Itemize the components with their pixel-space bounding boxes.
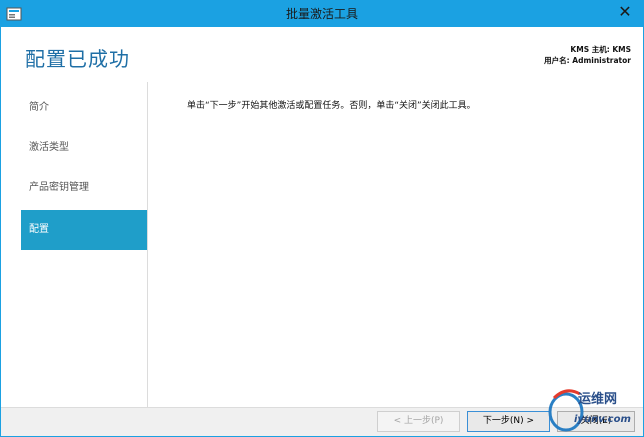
close-window-button[interactable]: ✕ (611, 1, 639, 23)
sidebar-item-intro[interactable]: 简介 (21, 88, 147, 128)
app-window: 批量激活工具 ✕ 配置已成功 KMS 主机: KMS 用户名: Administ… (0, 0, 644, 437)
title-bar[interactable]: 批量激活工具 ✕ (1, 1, 643, 27)
sidebar-item-label: 配置 (29, 224, 49, 235)
sidebar-item-product-key[interactable]: 产品密钥管理 (21, 168, 147, 208)
sidebar-item-label: 简介 (29, 102, 49, 113)
sidebar-item-label: 产品密钥管理 (29, 182, 89, 193)
close-icon: ✕ (618, 2, 632, 21)
page-header: 配置已成功 KMS 主机: KMS 用户名: Administrator (1, 27, 643, 82)
next-button[interactable]: 下一步(N) > (467, 411, 550, 432)
window-title: 批量激活工具 (285, 7, 358, 21)
page-title: 配置已成功 (25, 47, 130, 71)
close-button[interactable]: 关闭(E) (557, 411, 635, 432)
wizard-sidebar: 简介 激活类型 产品密钥管理 配置 (1, 82, 148, 407)
sidebar-item-configuration[interactable]: 配置 (21, 210, 147, 250)
instruction-message: 单击“下一步”开始其他激活或配置任务。否则，单击“关闭”关闭此工具。 (187, 101, 476, 111)
username-line: 用户名: Administrator (544, 56, 631, 65)
kms-host-line: KMS 主机: KMS (570, 45, 631, 54)
sidebar-item-label: 激活类型 (29, 142, 69, 153)
host-info: KMS 主机: KMS 用户名: Administrator (544, 44, 631, 66)
sidebar-item-activation-type[interactable]: 激活类型 (21, 128, 147, 168)
footer-bar: < 上一步(P) 下一步(N) > 关闭(E) (1, 407, 643, 436)
main-content: 单击“下一步”开始其他激活或配置任务。否则，单击“关闭”关闭此工具。 (149, 82, 643, 407)
previous-button[interactable]: < 上一步(P) (377, 411, 460, 432)
